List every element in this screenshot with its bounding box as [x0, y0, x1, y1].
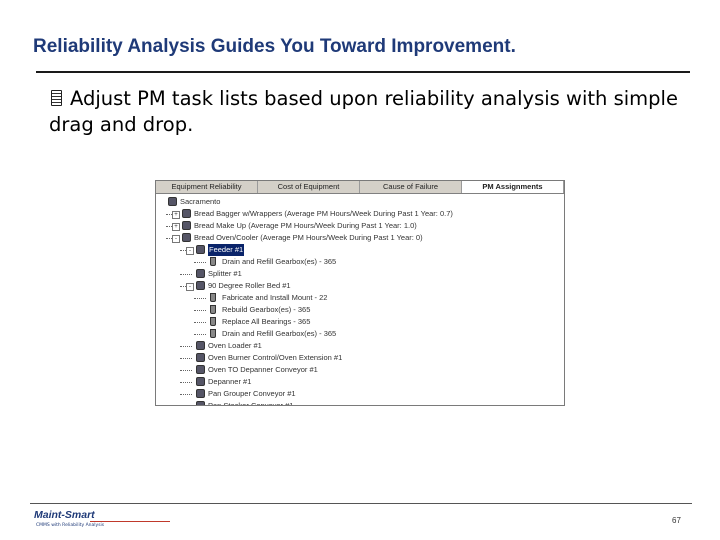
equipment-icon [196, 377, 205, 386]
slide-title: Reliability Analysis Guides You Toward I… [33, 36, 516, 57]
tree-node-label: Sacramento [180, 197, 221, 206]
equipment-icon [196, 245, 205, 254]
tree-node[interactable]: Oven TO Depanner Conveyor #1 [156, 364, 564, 376]
tree-connector [180, 346, 192, 347]
equipment-icon [182, 221, 191, 230]
tree-node[interactable]: Rebuild Gearbox(es) - 365 [156, 304, 564, 316]
tree-node-label: Bread Oven/Cooler (Average PM Hours/Week… [194, 233, 423, 242]
tree-node[interactable]: Replace All Bearings - 365 [156, 316, 564, 328]
bullet-point: Adjust PM task lists based upon reliabil… [49, 86, 699, 138]
equipment-icon [168, 197, 177, 206]
tab-pm-assignments[interactable]: PM Assignments [462, 181, 564, 193]
collapse-icon[interactable]: - [172, 235, 180, 243]
tree-connector [180, 394, 192, 395]
expand-icon[interactable]: + [172, 211, 180, 219]
tree-node[interactable]: Splitter #1 [156, 268, 564, 280]
notepad-bullet-icon [51, 90, 62, 106]
tree-node[interactable]: Oven Loader #1 [156, 340, 564, 352]
tree-connector [194, 334, 206, 335]
tree-node-label: Pan Stacker Conveyor #1 [208, 401, 294, 406]
tree-connector [180, 370, 192, 371]
collapse-icon[interactable]: - [186, 283, 194, 291]
expand-icon[interactable]: + [172, 223, 180, 231]
tree-node-label: Feeder #1 [208, 244, 245, 256]
equipment-icon [196, 341, 205, 350]
tree-node[interactable]: Drain and Refill Gearbox(es) - 365 [156, 256, 564, 268]
tree-node-label: Pan Grouper Conveyor #1 [208, 389, 296, 398]
tree-connector [180, 358, 192, 359]
tree-node-label: 90 Degree Roller Bed #1 [208, 281, 291, 290]
tree-node[interactable]: + Bread Bagger w/Wrappers (Average PM Hou… [156, 208, 564, 220]
logo-tagline: CMMS with Reliability Analysis [36, 523, 105, 528]
logo-underline [90, 521, 170, 522]
tree-node[interactable]: - Feeder #1 [156, 244, 564, 256]
tree-node[interactable]: Drain and Refill Gearbox(es) - 365 [156, 328, 564, 340]
tree-node-label: Bread Make Up (Average PM Hours/Week Dur… [194, 221, 417, 230]
tab-cost-of-equipment[interactable]: Cost of Equipment [258, 181, 360, 193]
equipment-icon [182, 233, 191, 242]
pm-task-icon [210, 329, 216, 338]
pm-task-icon [210, 293, 216, 302]
tree-connector [194, 310, 206, 311]
equipment-icon [196, 269, 205, 278]
tab-equipment-reliability[interactable]: Equipment Reliability [156, 181, 258, 193]
tree-node[interactable]: + Bread Make Up (Average PM Hours/Week Du… [156, 220, 564, 232]
tree-connector [194, 262, 206, 263]
tree-node[interactable]: - Bread Oven/Cooler (Average PM Hours/Wee… [156, 232, 564, 244]
logo-name: Maint-Smart [34, 509, 95, 521]
tree-node-label: Drain and Refill Gearbox(es) - 365 [222, 329, 337, 338]
tree-node[interactable]: Sacramento [156, 196, 564, 208]
maint-smart-logo: Maint-Smart CMMS with Reliability Analys… [34, 509, 170, 533]
tree-node[interactable]: Pan Grouper Conveyor #1 [156, 388, 564, 400]
title-divider [36, 71, 690, 73]
pm-task-icon [210, 305, 216, 314]
tree-node-label: Oven TO Depanner Conveyor #1 [208, 365, 318, 374]
tree-node-label: Bread Bagger w/Wrappers (Average PM Hour… [194, 209, 453, 218]
equipment-icon [182, 209, 191, 218]
footer-divider [30, 503, 692, 504]
equipment-icon [196, 389, 205, 398]
collapse-icon[interactable]: - [186, 247, 194, 255]
equipment-icon [196, 401, 205, 405]
pm-assignments-screenshot: Equipment Reliability Cost of Equipment Ca… [155, 180, 565, 406]
tree-node-label: Drain and Refill Gearbox(es) - 365 [222, 257, 337, 266]
tab-cause-of-failure[interactable]: Cause of Failure [360, 181, 462, 193]
equipment-icon [196, 353, 205, 362]
tree-node[interactable]: - 90 Degree Roller Bed #1 [156, 280, 564, 292]
equipment-tree: Sacramento + Bread Bagger w/Wrappers (Aver… [156, 194, 564, 406]
tree-node[interactable]: Fabricate and Install Mount - 22 [156, 292, 564, 304]
bullet-text: Adjust PM task lists based upon reliabil… [49, 87, 678, 136]
equipment-icon [196, 365, 205, 374]
pm-task-icon [210, 317, 216, 326]
tree-node-label: Oven Loader #1 [208, 341, 262, 350]
tree-node-label: Fabricate and Install Mount - 22 [222, 293, 328, 302]
tree-node-label: Rebuild Gearbox(es) - 365 [222, 305, 311, 314]
pm-task-icon [210, 257, 216, 266]
tree-node[interactable]: Depanner #1 [156, 376, 564, 388]
tree-node[interactable]: Pan Stacker Conveyor #1 [156, 400, 564, 406]
tree-connector [180, 382, 192, 383]
tree-node-label: Replace All Bearings - 365 [222, 317, 311, 326]
tree-connector [180, 274, 192, 275]
tab-bar: Equipment Reliability Cost of Equipment Ca… [156, 181, 564, 194]
tree-connector [194, 298, 206, 299]
tree-connector [194, 322, 206, 323]
tree-node-label: Depanner #1 [208, 377, 252, 386]
tree-node-label: Oven Burner Control/Oven Extension #1 [208, 353, 343, 362]
tree-node-label: Splitter #1 [208, 269, 242, 278]
tree-node[interactable]: Oven Burner Control/Oven Extension #1 [156, 352, 564, 364]
page-number: 67 [672, 516, 681, 525]
equipment-icon [196, 281, 205, 290]
